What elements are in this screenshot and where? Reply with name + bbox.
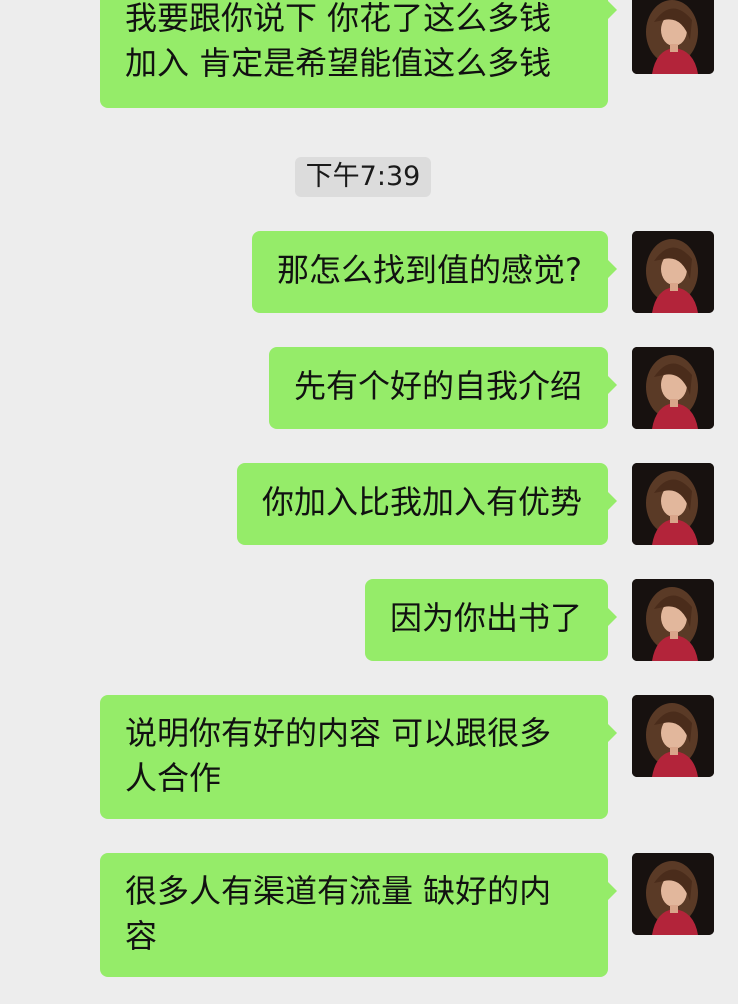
avatar-photo-icon [632,231,714,313]
chat-message: 很多人有渠道有流量 缺好的内容 [0,853,738,977]
message-bubble[interactable]: 那怎么找到值的感觉? [252,231,617,313]
avatar-photo-icon [632,463,714,545]
chat-message: 说明你有好的内容 可以跟很多人合作 [0,695,738,819]
avatar-photo-icon [632,579,714,661]
chat-message: 我要跟你说下 你花了这么多钱加入 肯定是希望能值这么多钱 [0,0,738,112]
avatar-photo-icon [632,853,714,935]
avatar[interactable] [632,231,714,313]
message-bubble[interactable]: 因为你出书了 [364,579,618,661]
avatar[interactable] [632,463,714,545]
avatar[interactable] [632,695,714,777]
avatar-photo-icon [632,695,714,777]
avatar-photo-icon [632,0,714,74]
chat-message-list[interactable]: 我要跟你说下 你花了这么多钱加入 肯定是希望能值这么多钱 下午7:39 那怎么找… [0,0,738,1004]
message-bubble[interactable]: 说明你有好的内容 可以跟很多人合作 [100,695,617,819]
avatar[interactable] [632,579,714,661]
avatar[interactable] [632,347,714,429]
avatar[interactable] [632,0,714,74]
message-bubble[interactable]: 先有个好的自我介绍 [268,347,618,429]
message-bubble[interactable]: 你加入比我加入有优势 [236,463,618,545]
timestamp-label: 下午7:39 [295,157,431,197]
chat-message: 先有个好的自我介绍 [0,347,738,431]
chat-message: 因为你出书了 [0,579,738,663]
message-bubble[interactable]: 我要跟你说下 你花了这么多钱加入 肯定是希望能值这么多钱 [100,0,617,108]
avatar[interactable] [632,853,714,935]
message-bubble[interactable]: 很多人有渠道有流量 缺好的内容 [100,853,617,977]
chat-message: 你加入比我加入有优势 [0,463,738,547]
chat-message: 那怎么找到值的感觉? [0,231,738,315]
avatar-photo-icon [632,347,714,429]
